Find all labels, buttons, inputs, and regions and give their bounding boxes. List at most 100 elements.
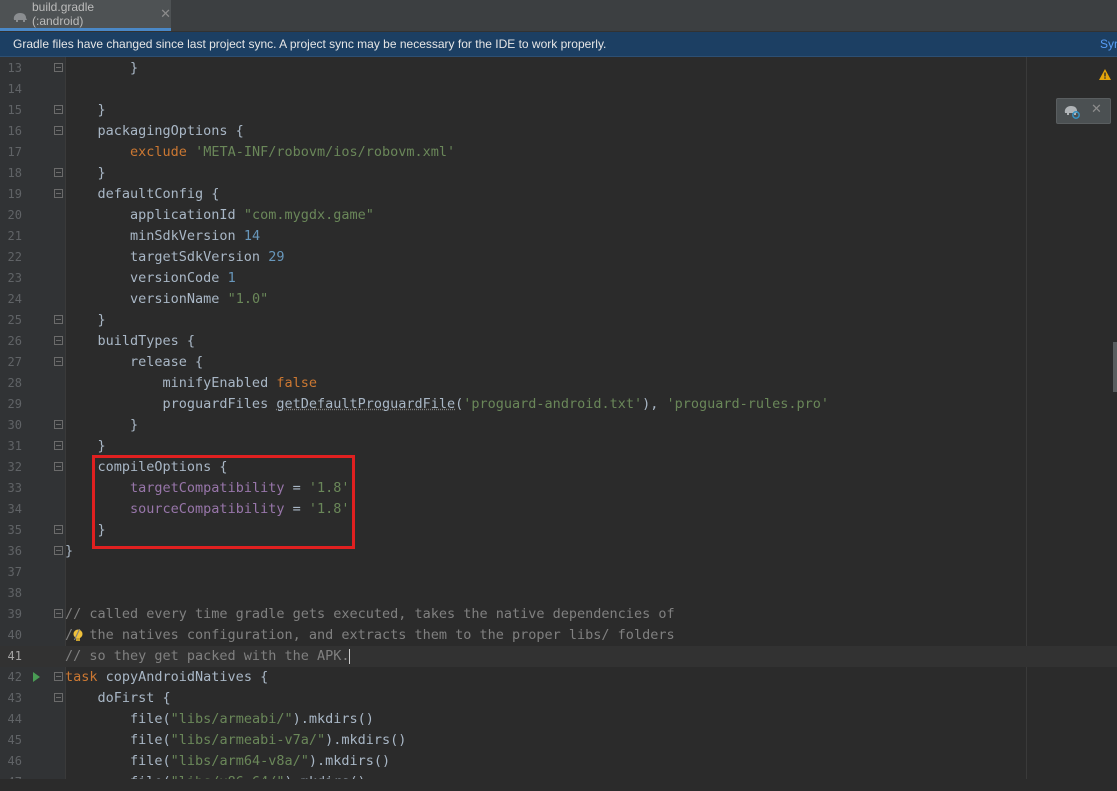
sync-now-link[interactable]: Syr [1100, 37, 1117, 51]
code-text: file("libs/armeabi-v7a/").mkdirs() [65, 730, 406, 751]
code-line[interactable]: 38 [0, 583, 1117, 604]
code-text: } [65, 436, 106, 457]
line-number: 34 [0, 499, 22, 520]
code-line[interactable]: 41 // so they get packed with the APK. [0, 646, 1117, 667]
code-text: file("libs/armeabi/").mkdirs() [65, 709, 374, 730]
line-number: 24 [0, 289, 22, 310]
code-line[interactable]: 45 file("libs/armeabi-v7a/").mkdirs() [0, 730, 1117, 751]
line-number: 28 [0, 373, 22, 394]
code-editor[interactable]: 13 } 14 15 } 16 packagingOptions {17 exclud… [0, 57, 1117, 791]
banner-message: Gradle files have changed since last pro… [13, 37, 606, 51]
fold-marker-icon[interactable] [54, 420, 63, 429]
line-number: 21 [0, 226, 22, 247]
code-line[interactable]: 22 targetSdkVersion 29 [0, 247, 1117, 268]
code-line[interactable]: 25 } [0, 310, 1117, 331]
gradle-sync-notification[interactable]: ✕ [1056, 98, 1111, 124]
horizontal-scrollbar[interactable] [0, 779, 1117, 791]
line-number: 14 [0, 79, 22, 100]
fold-marker-icon[interactable] [54, 441, 63, 450]
fold-marker-icon[interactable] [54, 336, 63, 345]
line-number: 41 [0, 646, 22, 667]
code-text: minSdkVersion 14 [65, 226, 260, 247]
fold-marker-icon[interactable] [54, 168, 63, 177]
fold-marker-icon[interactable] [54, 546, 63, 555]
code-text: // called every time gradle gets execute… [65, 604, 675, 625]
code-text: proguardFiles getDefaultProguardFile('pr… [65, 394, 829, 415]
line-number: 23 [0, 268, 22, 289]
line-number: 19 [0, 184, 22, 205]
code-line[interactable]: 16 packagingOptions { [0, 121, 1117, 142]
code-line[interactable]: 31 } [0, 436, 1117, 457]
code-line[interactable]: 20 applicationId "com.mygdx.game" [0, 205, 1117, 226]
code-line[interactable]: 30 } [0, 415, 1117, 436]
code-line[interactable]: 42 task copyAndroidNatives { [0, 667, 1117, 688]
code-line[interactable]: 15 } [0, 100, 1117, 121]
code-text: release { [65, 352, 203, 373]
code-line[interactable]: 21 minSdkVersion 14 [0, 226, 1117, 247]
line-number: 37 [0, 562, 22, 583]
line-number: 25 [0, 310, 22, 331]
fold-marker-icon[interactable] [54, 525, 63, 534]
line-number: 18 [0, 163, 22, 184]
code-text: file("libs/arm64-v8a/").mkdirs() [65, 751, 390, 772]
line-number: 26 [0, 331, 22, 352]
code-text: buildTypes { [65, 331, 195, 352]
code-line[interactable]: 39 // called every time gradle gets execu… [0, 604, 1117, 625]
line-number: 15 [0, 100, 22, 121]
code-line[interactable]: 40 // the natives configuration, and extr… [0, 625, 1117, 646]
code-text: task copyAndroidNatives { [65, 667, 268, 688]
fold-marker-icon[interactable] [54, 105, 63, 114]
tab-build-gradle[interactable]: build.gradle (:android) ✕ [0, 0, 171, 31]
code-text: } [65, 100, 106, 121]
gradle-elephant-icon [12, 8, 28, 20]
run-task-icon[interactable] [33, 672, 40, 682]
fold-marker-icon[interactable] [54, 357, 63, 366]
line-number: 22 [0, 247, 22, 268]
code-text: minifyEnabled false [65, 373, 317, 394]
line-number: 17 [0, 142, 22, 163]
code-line[interactable]: 44 file("libs/armeabi/").mkdirs() [0, 709, 1117, 730]
code-line[interactable]: 28 minifyEnabled false [0, 373, 1117, 394]
code-line[interactable]: 18 } [0, 163, 1117, 184]
code-text: targetSdkVersion 29 [65, 247, 284, 268]
code-text: } [65, 415, 138, 436]
line-number: 31 [0, 436, 22, 457]
code-line[interactable]: 46 file("libs/arm64-v8a/").mkdirs() [0, 751, 1117, 772]
line-number: 40 [0, 625, 22, 646]
code-line[interactable]: 13 } [0, 58, 1117, 79]
line-number: 16 [0, 121, 22, 142]
code-text: } [65, 541, 73, 562]
code-line[interactable]: 17 exclude 'META-INF/robovm/ios/robovm.x… [0, 142, 1117, 163]
fold-marker-icon[interactable] [54, 315, 63, 324]
code-line[interactable]: 24 versionName "1.0" [0, 289, 1117, 310]
code-line[interactable]: 14 [0, 79, 1117, 100]
code-text: versionName "1.0" [65, 289, 268, 310]
fold-marker-icon[interactable] [54, 462, 63, 471]
code-line[interactable]: 27 release { [0, 352, 1117, 373]
code-text: packagingOptions { [65, 121, 244, 142]
tab-label: build.gradle (:android) [32, 0, 146, 28]
fold-marker-icon[interactable] [54, 672, 63, 681]
fold-marker-icon[interactable] [54, 693, 63, 702]
line-number: 13 [0, 58, 22, 79]
line-number: 43 [0, 688, 22, 709]
tab-close-icon[interactable]: ✕ [160, 7, 171, 22]
code-line[interactable]: 19 defaultConfig { [0, 184, 1117, 205]
fold-marker-icon[interactable] [54, 126, 63, 135]
gradle-sync-icon[interactable] [1063, 103, 1081, 123]
line-number: 45 [0, 730, 22, 751]
fold-marker-icon[interactable] [54, 63, 63, 72]
warning-icon[interactable] [1099, 65, 1111, 84]
code-line[interactable]: 23 versionCode 1 [0, 268, 1117, 289]
line-number: 27 [0, 352, 22, 373]
vertical-scrollbar-thumb[interactable] [1113, 342, 1117, 392]
code-line[interactable]: 37 [0, 562, 1117, 583]
close-icon[interactable]: ✕ [1091, 102, 1102, 117]
code-line[interactable]: 29 proguardFiles getDefaultProguardFile(… [0, 394, 1117, 415]
code-text: exclude 'META-INF/robovm/ios/robovm.xml' [65, 142, 455, 163]
code-line[interactable]: 43 doFirst { [0, 688, 1117, 709]
code-line[interactable]: 26 buildTypes { [0, 331, 1117, 352]
fold-marker-icon[interactable] [54, 189, 63, 198]
fold-marker-icon[interactable] [54, 609, 63, 618]
code-text: // the natives configuration, and extrac… [65, 625, 675, 646]
